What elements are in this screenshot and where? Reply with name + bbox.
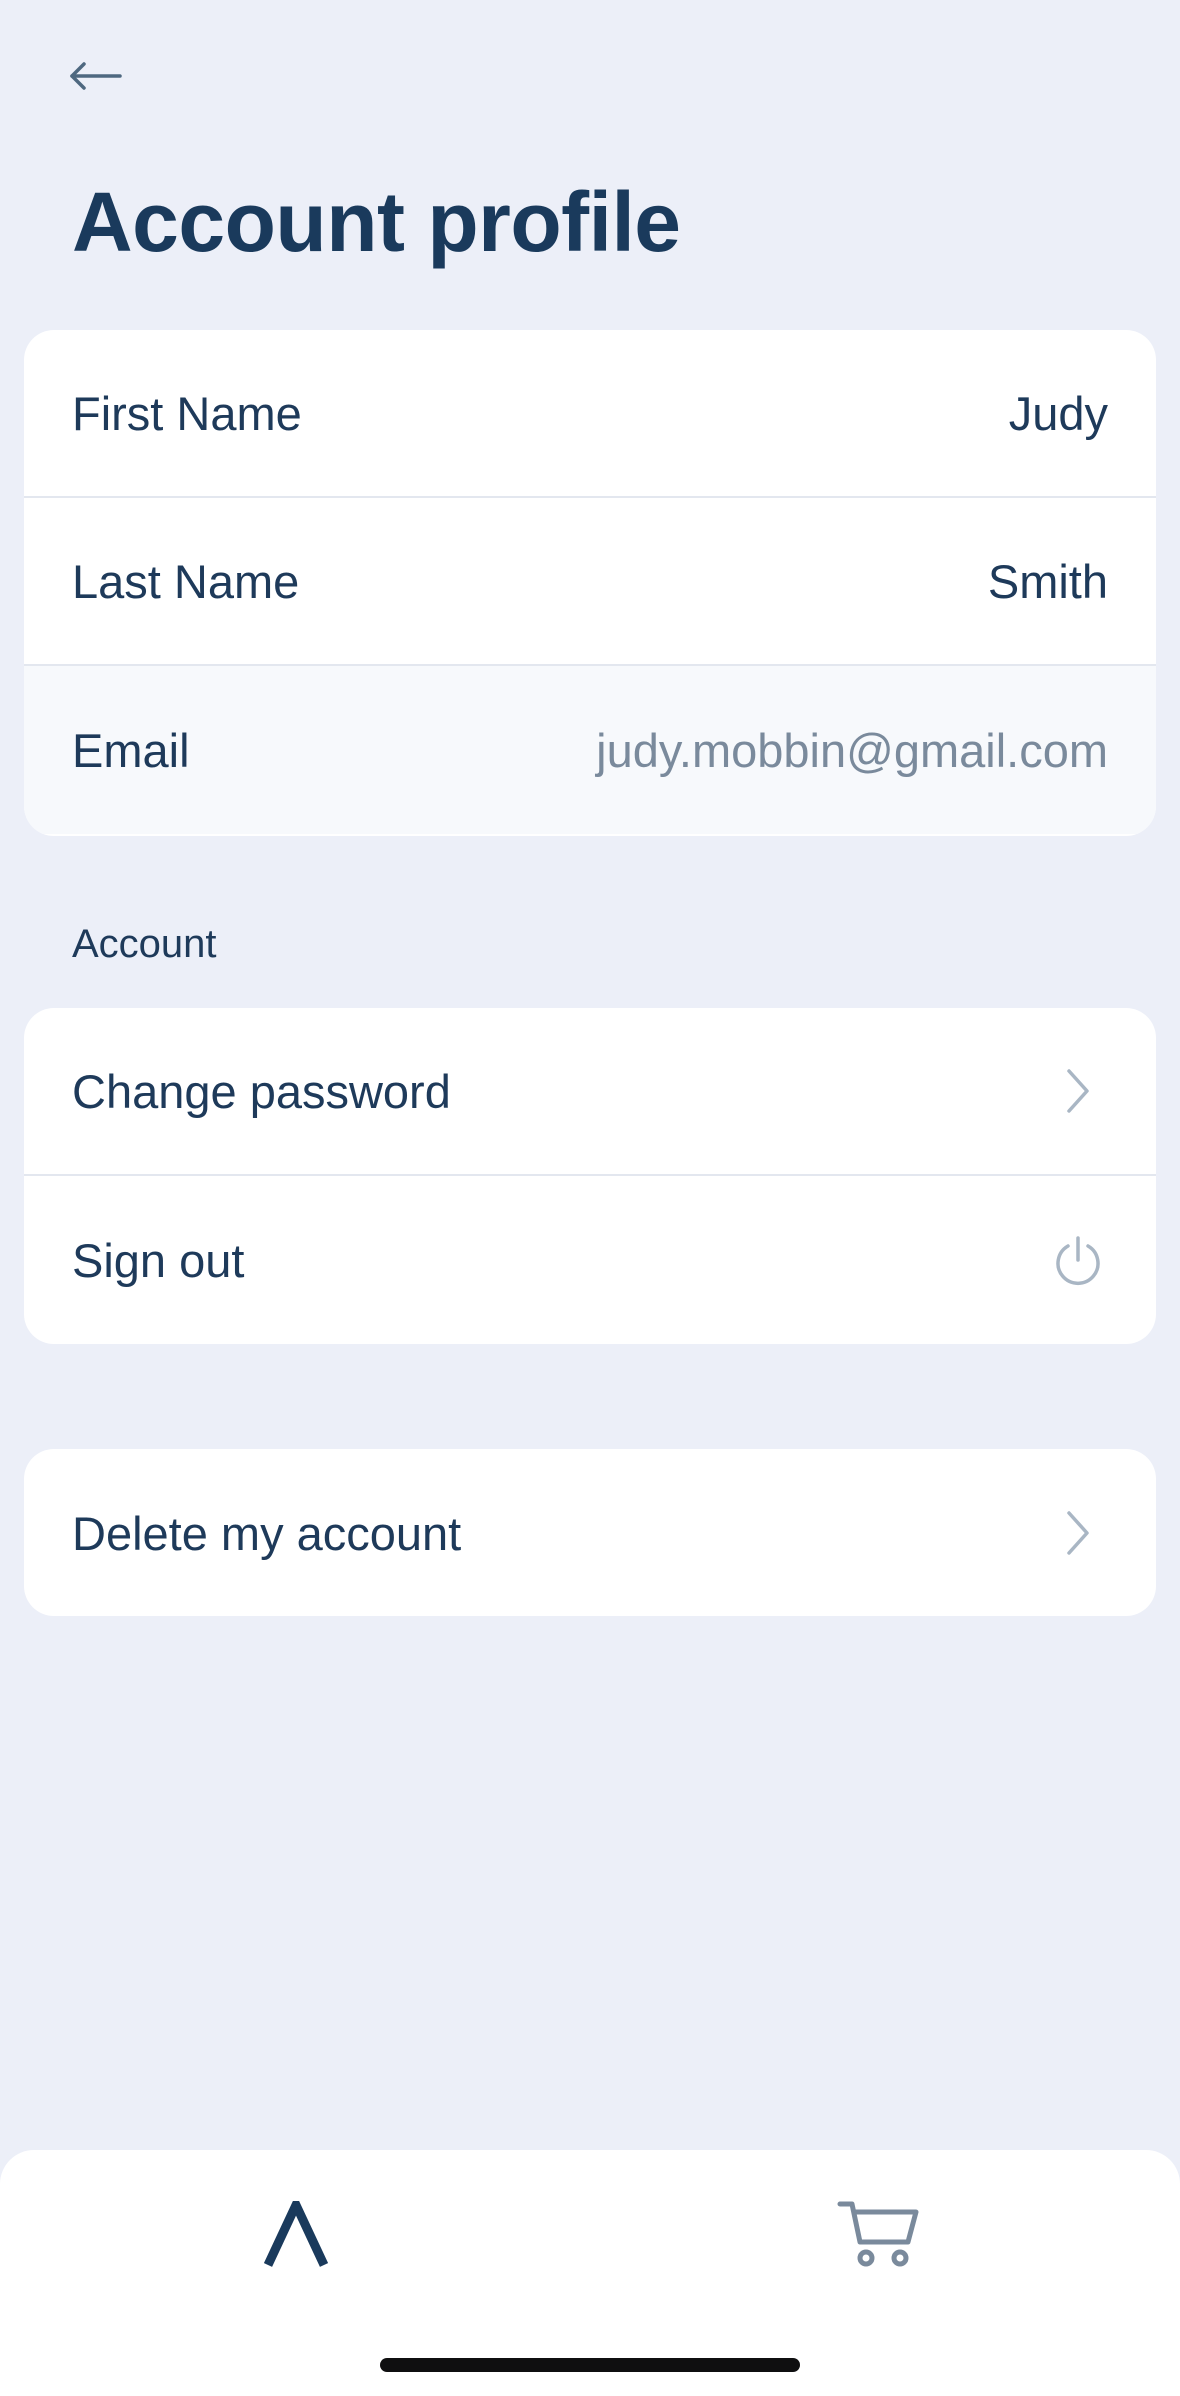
account-card: Change password Sign out [24, 1008, 1156, 1344]
first-name-value: Judy [1008, 386, 1108, 440]
chevron-right-icon [1048, 1061, 1108, 1121]
delete-account-card: Delete my account [24, 1449, 1156, 1616]
email-label: Email [72, 723, 190, 777]
delete-account-label: Delete my account [72, 1506, 462, 1560]
first-name-row[interactable]: First Name Judy [24, 330, 1156, 498]
profile-card: First Name Judy Last Name Smith Email ju… [24, 330, 1156, 836]
change-password-row[interactable]: Change password [24, 1008, 1156, 1176]
cart-icon [836, 2198, 924, 2275]
chevron-right-icon [1048, 1503, 1108, 1563]
last-name-label: Last Name [72, 554, 300, 608]
power-icon [1048, 1230, 1108, 1290]
arrow-left-icon [68, 61, 124, 96]
first-name-label: First Name [72, 386, 302, 440]
back-button[interactable] [64, 52, 128, 104]
sign-out-label: Sign out [72, 1233, 245, 1287]
account-section-label: Account [72, 922, 217, 966]
delete-account-row[interactable]: Delete my account [24, 1449, 1156, 1616]
lambda-logo-icon [263, 2193, 329, 2272]
page-title: Account profile [72, 175, 681, 269]
change-password-label: Change password [72, 1064, 451, 1118]
last-name-value: Smith [987, 554, 1108, 608]
home-indicator [380, 2358, 800, 2372]
email-value: judy.mobbin@gmail.com [596, 723, 1108, 777]
last-name-row[interactable]: Last Name Smith [24, 498, 1156, 666]
sign-out-row[interactable]: Sign out [24, 1176, 1156, 1344]
tab-home[interactable] [246, 2186, 346, 2286]
tab-cart[interactable] [830, 2186, 930, 2286]
email-row: Email judy.mobbin@gmail.com [24, 666, 1156, 834]
